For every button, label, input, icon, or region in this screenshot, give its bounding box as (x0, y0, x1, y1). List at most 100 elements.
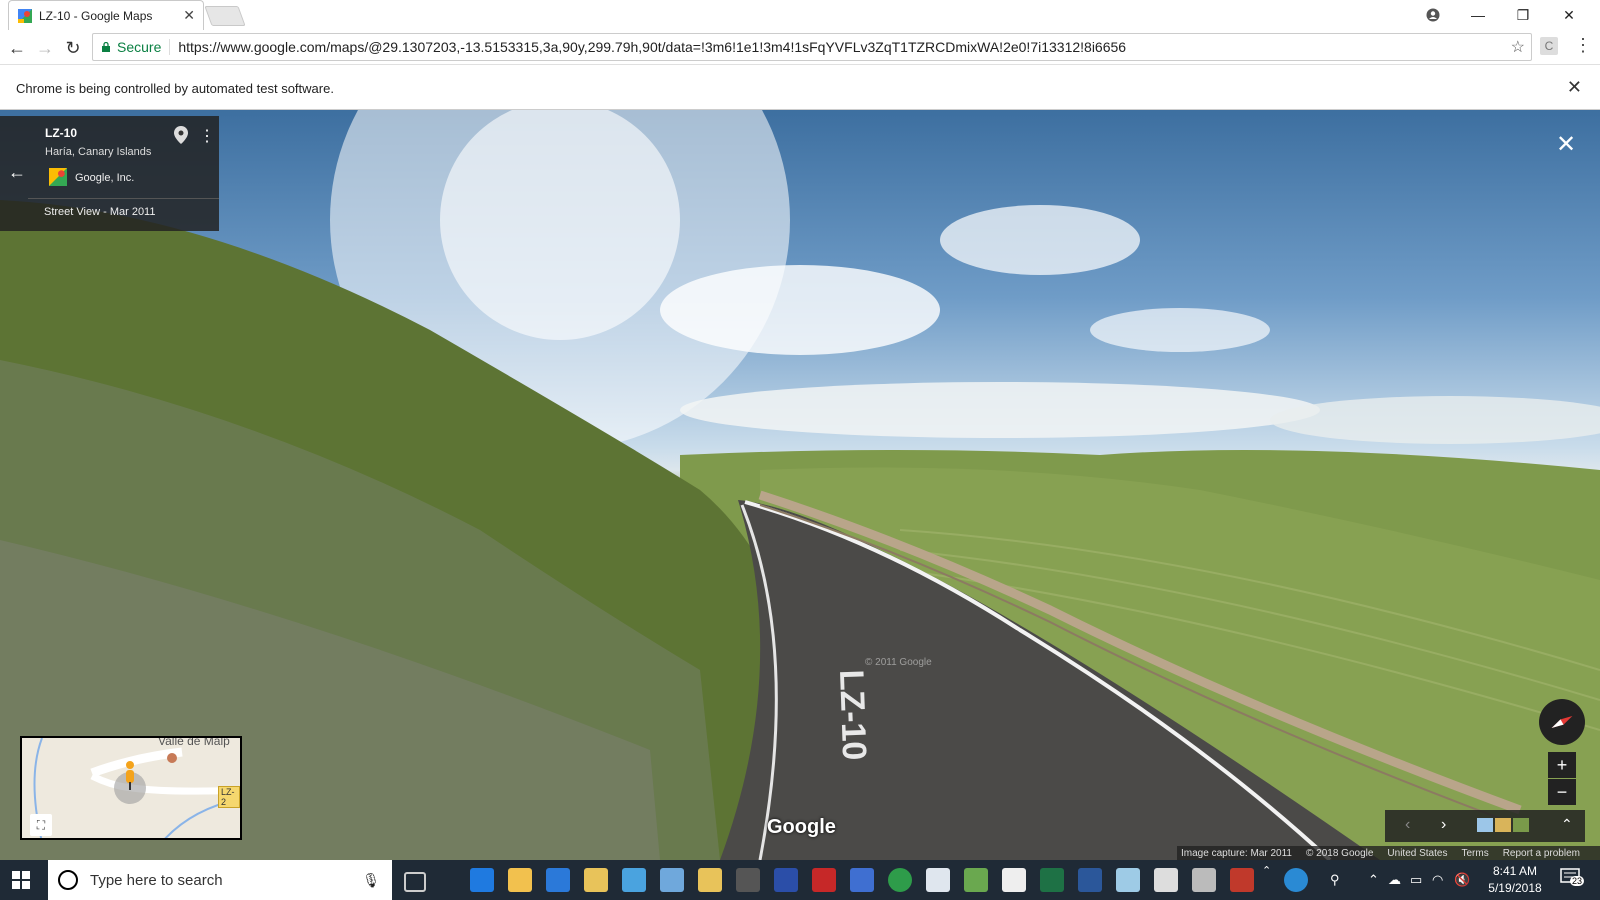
remote-desktop-icon[interactable] (850, 868, 874, 892)
image-capture-text: Image capture: Mar 2011 (1181, 847, 1292, 859)
tab-close-icon[interactable]: ✕ (183, 7, 195, 24)
thumbnail-2[interactable] (1495, 818, 1511, 832)
app-icon[interactable] (812, 868, 836, 892)
action-center-icon[interactable]: 23 (1560, 868, 1586, 892)
help-icon[interactable] (1284, 868, 1308, 892)
people-icon[interactable]: ⚲ (1330, 872, 1340, 888)
clock-date: 5/19/2018 (1488, 881, 1542, 895)
clock-time: 8:41 AM (1492, 864, 1538, 878)
browser-toolbar: ← → ↻ Secure https://www.google.com/maps… (0, 30, 1600, 65)
volume-muted-icon[interactable]: 🔇 (1454, 872, 1470, 888)
wifi-icon[interactable]: ◠ (1432, 872, 1443, 888)
bookmark-star-icon[interactable]: ☆ (1511, 37, 1525, 57)
back-arrow-icon[interactable]: ← (8, 162, 26, 183)
task-view-icon[interactable] (404, 872, 426, 892)
powershell-icon[interactable] (774, 868, 798, 892)
google-maps-icon (18, 8, 32, 23)
road-marking: LZ-10 (832, 669, 873, 761)
chrome-icon[interactable] (888, 868, 912, 892)
location-name[interactable]: LZ-10 (45, 126, 77, 140)
notification-count: 23 (1570, 876, 1585, 886)
app-icon-2[interactable] (1116, 868, 1140, 892)
edge-icon[interactable] (470, 868, 494, 892)
outlook-icon[interactable] (622, 868, 646, 892)
terms-link[interactable]: Terms (1461, 848, 1488, 859)
address-bar[interactable]: Secure https://www.google.com/maps/@29.1… (92, 33, 1532, 61)
next-arrow-icon[interactable]: › (1441, 816, 1446, 834)
infobar-message: Chrome is being controlled by automated … (16, 81, 334, 96)
forward-button[interactable]: → (32, 35, 58, 61)
lock-icon (102, 42, 110, 52)
profile-icon[interactable] (1410, 0, 1456, 30)
filezilla-icon[interactable] (1230, 868, 1254, 892)
microphone-icon[interactable]: 🎙 (362, 872, 380, 889)
battery-icon[interactable]: ▭ (1410, 872, 1422, 888)
windows-taskbar: Type here to search 🎙 ⌃ ⚲ ⌃ ☁ ▭ ◠ 🔇 8:41… (0, 860, 1600, 900)
photo-strip: ‹ › ⌃ (1385, 810, 1585, 842)
close-street-view-icon[interactable]: ✕ (1556, 130, 1576, 159)
compass-icon[interactable] (1539, 699, 1585, 745)
zoom-in-button[interactable]: + (1548, 752, 1576, 778)
pegman-icon[interactable] (123, 760, 137, 790)
window-close-icon[interactable]: ✕ (1546, 0, 1592, 30)
reload-button[interactable]: ↻ (60, 35, 86, 61)
url-text[interactable]: https://www.google.com/maps/@29.1307203,… (170, 39, 1510, 55)
capture-date-label[interactable]: Street View - Mar 2011 (44, 206, 155, 218)
tab-strip: LZ-10 - Google Maps ✕ — ❐ ✕ (0, 0, 1600, 30)
notepad-plus-icon[interactable] (964, 868, 988, 892)
divider (28, 198, 219, 199)
back-button[interactable]: ← (4, 35, 30, 61)
tray-scroll-icon[interactable]: ⌃ (1262, 864, 1271, 877)
region-link[interactable]: United States (1387, 848, 1447, 859)
restore-icon[interactable]: ❐ (1500, 0, 1546, 30)
store-icon[interactable] (546, 868, 570, 892)
photos-icon[interactable] (1154, 868, 1178, 892)
minimap-place-label: Valle de Malp (158, 736, 230, 748)
search-placeholder: Type here to search (90, 871, 223, 889)
extension-icon[interactable]: C (1540, 37, 1558, 55)
tool-icon[interactable] (736, 868, 760, 892)
more-options-icon[interactable]: ⋮ (199, 126, 215, 146)
word-icon[interactable] (1078, 868, 1102, 892)
minimize-icon[interactable]: — (1455, 0, 1501, 30)
tab-google-maps[interactable]: LZ-10 - Google Maps ✕ (8, 0, 204, 30)
folder-icon[interactable] (584, 868, 608, 892)
location-subtitle: Haría, Canary Islands (45, 146, 152, 158)
onedrive-icon[interactable]: ☁ (1388, 872, 1401, 888)
image-watermark: © 2011 Google (865, 657, 932, 668)
location-pin-icon[interactable] (174, 126, 188, 144)
system-clock[interactable]: 8:41 AM 5/19/2018 (1478, 863, 1552, 897)
documents-icon[interactable] (698, 868, 722, 892)
windows-start-icon[interactable] (12, 871, 30, 889)
computer-icon[interactable] (1192, 868, 1216, 892)
show-hidden-icons[interactable]: ⌃ (1368, 872, 1379, 888)
network-icon[interactable] (660, 868, 684, 892)
mail-icon[interactable] (1002, 868, 1026, 892)
thumbnail-1[interactable] (1477, 818, 1493, 832)
google-maps-icon (49, 168, 67, 186)
copyright-text: © 2018 Google (1306, 847, 1374, 859)
zoom-out-button[interactable]: − (1548, 779, 1576, 805)
google-logo: Google (767, 816, 836, 838)
mini-map[interactable]: Valle de Malp LZ-2 ⛶ (20, 736, 242, 840)
notepad-icon[interactable] (926, 868, 950, 892)
tab-title: LZ-10 - Google Maps (39, 8, 153, 23)
expand-strip-icon[interactable]: ⌃ (1561, 816, 1573, 833)
previous-arrow-icon[interactable]: ‹ (1405, 816, 1410, 834)
image-owner: Google, Inc. (75, 172, 135, 184)
expand-map-icon[interactable]: ⛶ (30, 814, 52, 836)
infobar-close-icon[interactable]: ✕ (1567, 77, 1582, 98)
minimap-road-label: LZ-2 (218, 786, 240, 808)
chrome-menu-icon[interactable]: ⋮ (1574, 35, 1592, 56)
file-explorer-icon[interactable] (508, 868, 532, 892)
thumbnail-3[interactable] (1513, 818, 1529, 832)
new-tab-button[interactable] (204, 6, 246, 26)
automation-infobar: Chrome is being controlled by automated … (0, 65, 1600, 110)
map-footer: Image capture: Mar 2011 © 2018 Google Un… (1177, 846, 1600, 860)
excel-icon[interactable] (1040, 868, 1064, 892)
location-info-card: ← LZ-10 Haría, Canary Islands Google, In… (0, 116, 219, 231)
secure-label: Secure (117, 39, 171, 55)
taskbar-search-box[interactable]: Type here to search 🎙 (48, 860, 392, 900)
report-problem-link[interactable]: Report a problem (1503, 848, 1580, 859)
cortana-icon (58, 870, 78, 890)
